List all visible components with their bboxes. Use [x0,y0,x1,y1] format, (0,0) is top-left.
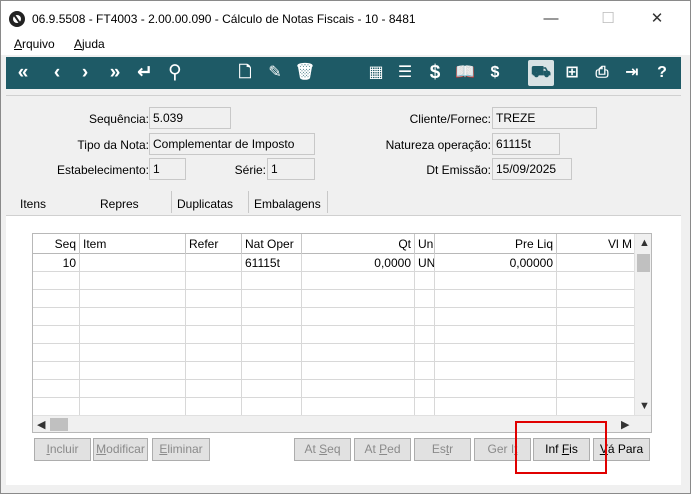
eliminar-button[interactable]: Eliminar [152,438,210,461]
empty-row [33,344,635,362]
at-ped-button[interactable]: At Ped [354,438,411,461]
minimize-button[interactable]: — [531,5,571,33]
new-document-icon[interactable]: 🗋 [232,57,258,89]
book-icon[interactable]: 📖 [452,57,478,89]
cell-qt: 0,0000 [302,254,415,272]
tab-strip: Itens Repres Duplicatas Embalagens [6,191,681,217]
scroll-down-icon[interactable]: ▼ [639,400,650,412]
vertical-scroll-thumb[interactable] [637,254,650,272]
cliente-label: Cliente/Fornec: [409,112,491,126]
serie-label: Série: [234,163,266,177]
cliente-field[interactable]: TREZE [492,107,597,129]
at-seq-button[interactable]: At Seq [294,438,351,461]
col-qt[interactable]: Qt [302,234,415,254]
natureza-field[interactable]: 61115t [492,133,560,155]
horizontal-scroll-thumb[interactable] [50,418,68,431]
edit-document-icon[interactable]: ✎ [262,57,288,89]
header-panel: Sequência: 5.039 Tipo da Nota: Complemen… [6,95,681,187]
cell-item [80,254,186,272]
last-record-icon[interactable]: » [102,57,128,89]
estabelecimento-field[interactable]: 1 [149,158,186,180]
tipo-nota-label: Tipo da Nota: [77,138,149,152]
help-icon[interactable]: ? [649,57,675,89]
cell-un: UN [415,254,435,272]
scroll-right-icon[interactable]: ▶ [621,418,629,431]
empty-row [33,326,635,344]
delete-icon[interactable]: 🗑 [292,57,318,89]
cell-refer [186,254,242,272]
table-row[interactable]: 10 61115t 0,0000 UN 0,00000 [33,254,635,272]
cell-vl-m [557,254,635,272]
vertical-scrollbar[interactable]: ▲ ▼ [634,234,651,416]
sequencia-label: Sequência: [88,112,149,126]
next-record-icon[interactable]: › [72,57,98,89]
col-vl-m[interactable]: Vl M [557,234,635,254]
empty-row [33,380,635,398]
scroll-left-icon[interactable]: ◀ [37,418,45,431]
print-icon[interactable]: ⎙ [589,57,615,89]
invoice-icon[interactable]: $ [482,57,508,89]
toolbar: « ‹ › » ↵ ⚲ 🗋 ✎ 🗑 ▦ ☰ $ 📖 $ ⛟ ⊞ ⎙ ⇥ ? [6,57,681,89]
return-icon[interactable]: ↵ [132,57,158,89]
serie-field[interactable]: 1 [267,158,315,180]
empty-row [33,308,635,326]
tab-repres[interactable]: Repres [94,191,172,213]
incluir-button[interactable]: Incluir [34,438,91,461]
tree-icon[interactable]: ⊞ [559,57,585,89]
main-window: 06.9.5508 - FT4003 - 2.00.00.090 - Cálcu… [0,0,691,494]
empty-row [33,272,635,290]
prev-record-icon[interactable]: ‹ [44,57,70,89]
empty-row [33,290,635,308]
window-title: 06.9.5508 - FT4003 - 2.00.00.090 - Cálcu… [32,12,416,26]
grid-header: Seq Item Refer Nat Oper Qt Un Pre Liq Vl… [33,234,635,254]
items-grid[interactable]: Seq Item Refer Nat Oper Qt Un Pre Liq Vl… [32,233,652,433]
title-bar: 06.9.5508 - FT4003 - 2.00.00.090 - Cálcu… [1,1,690,35]
col-nat-oper[interactable]: Nat Oper [242,234,302,254]
modificar-button[interactable]: Modificar [93,438,148,461]
report-icon[interactable]: ☰ [392,57,418,89]
col-refer[interactable]: Refer [186,234,242,254]
scroll-up-icon[interactable]: ▲ [639,237,650,249]
first-record-icon[interactable]: « [10,57,36,89]
tipo-nota-field[interactable]: Complementar de Imposto [149,133,315,155]
empty-row [33,398,635,416]
tab-duplicatas[interactable]: Duplicatas [171,191,249,213]
sequencia-field[interactable]: 5.039 [149,107,231,129]
close-button[interactable]: ✕ [637,5,677,33]
app-logo-icon [9,11,25,27]
natureza-label: Natureza operação: [385,138,491,152]
col-item[interactable]: Item [80,234,186,254]
menu-bar: Arquivo Ajuda [1,35,690,55]
tab-embalagens[interactable]: Embalagens [248,191,328,213]
dt-emissao-field[interactable]: 15/09/2025 [492,158,572,180]
col-pre-liq[interactable]: Pre Liq [435,234,557,254]
menu-arquivo[interactable]: Arquivo [14,37,55,51]
maximize-button[interactable]: ☐ [588,5,628,33]
truck-icon[interactable]: ⛟ [528,60,554,86]
col-seq[interactable]: Seq [33,234,80,254]
dt-emissao-label: Dt Emissão: [426,163,491,177]
dollar-icon[interactable]: $ [422,57,448,89]
estabelecimento-label: Estabelecimento: [56,163,149,177]
menu-ajuda[interactable]: Ajuda [74,37,105,51]
search-icon[interactable]: ⚲ [162,57,188,89]
cell-pre-liq: 0,00000 [435,254,557,272]
col-un[interactable]: Un [415,234,435,254]
calculator-icon[interactable]: ▦ [363,57,389,89]
empty-row [33,362,635,380]
cell-seq: 10 [33,254,80,272]
exit-icon[interactable]: ⇥ [619,57,645,89]
highlight-box [515,421,607,474]
cell-nat-oper: 61115t [242,254,302,272]
tab-itens[interactable]: Itens [14,191,74,217]
estr-button[interactable]: Estr [414,438,471,461]
